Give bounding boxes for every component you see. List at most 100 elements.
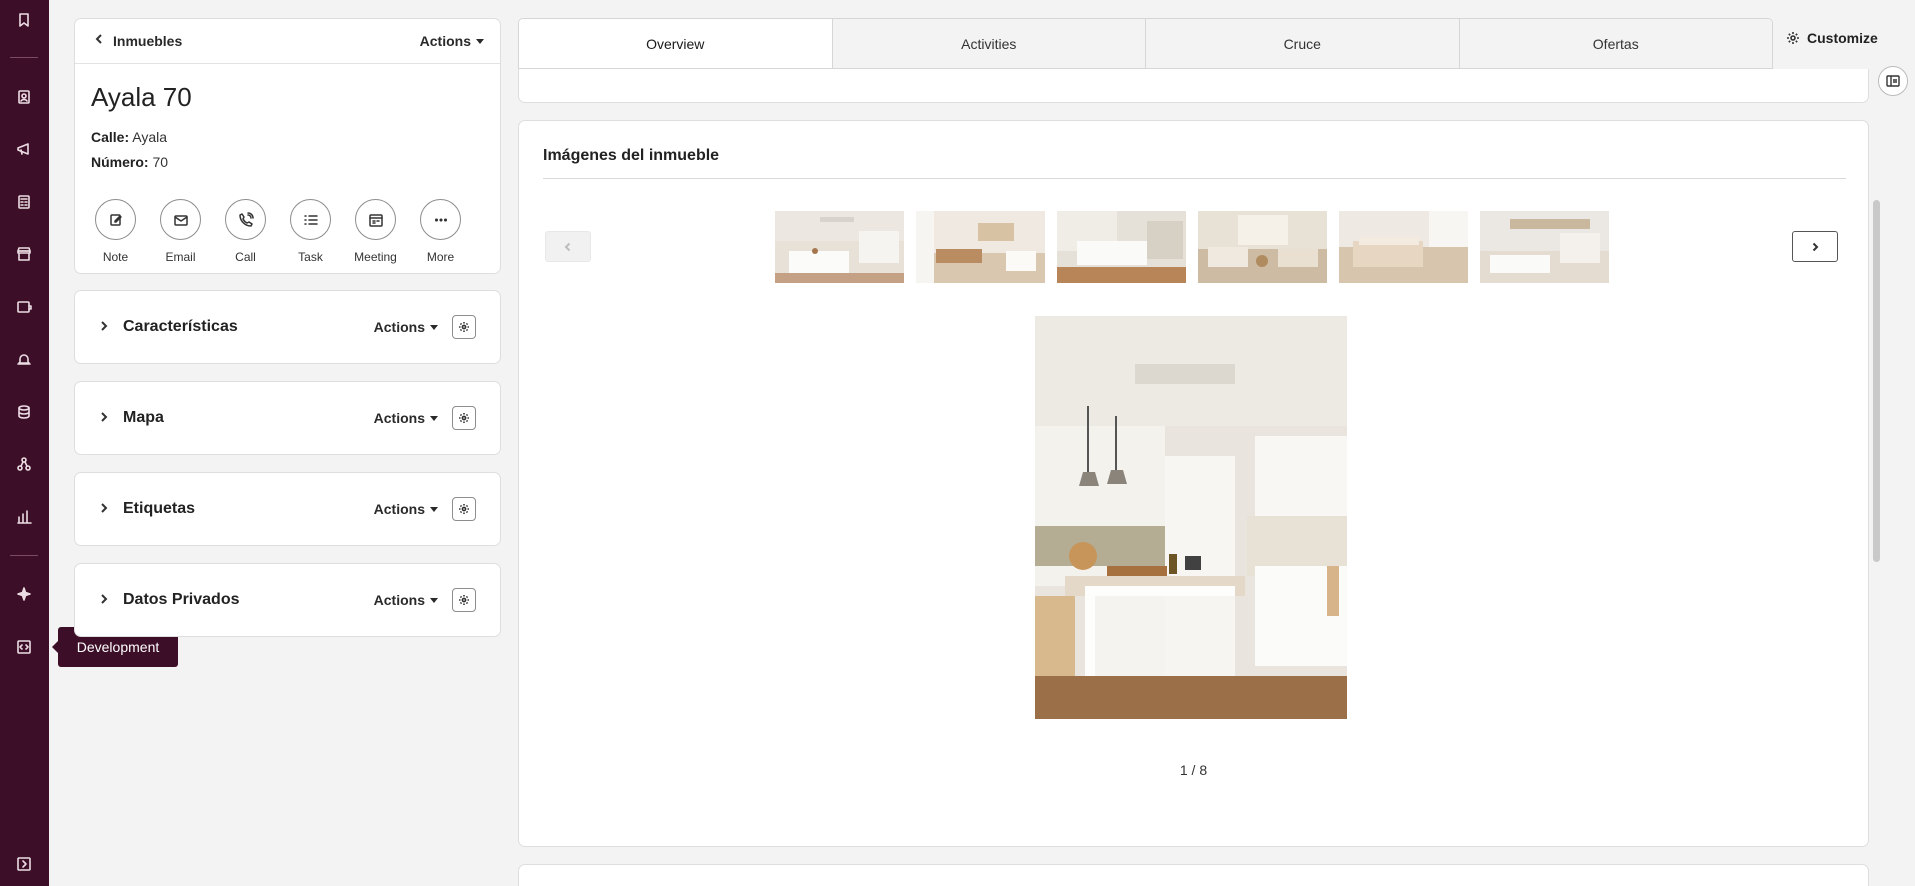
record-actions-button[interactable]: Actions — [420, 33, 484, 49]
customize-button[interactable]: Customize — [1786, 30, 1878, 46]
actions-label: Actions — [373, 501, 425, 517]
section-datos-privados[interactable]: Datos Privados Actions — [74, 563, 501, 637]
section-actions-button[interactable]: Actions — [374, 410, 438, 426]
bar-chart-icon[interactable] — [11, 504, 37, 530]
code-icon[interactable] — [11, 634, 37, 660]
note-button[interactable]: Note — [95, 199, 136, 264]
call-button[interactable]: Call — [225, 199, 266, 264]
database-icon[interactable] — [11, 399, 37, 425]
section-actions-button[interactable]: Actions — [374, 592, 438, 608]
field-value: Ayala — [132, 129, 168, 145]
task-button[interactable]: Task — [290, 199, 331, 264]
more-button[interactable]: More — [420, 199, 461, 264]
section-title: Características — [123, 318, 238, 335]
call-icon — [225, 199, 266, 240]
gallery-counter: 1 / 8 — [1179, 762, 1208, 778]
email-button[interactable]: Email — [160, 199, 201, 264]
action-label: Note — [102, 250, 129, 264]
tab-overview[interactable]: Overview — [519, 19, 832, 68]
quick-actions: Note Email Call Task Meeting More — [95, 199, 461, 264]
field-label: Calle: — [91, 129, 130, 145]
gallery-next-button[interactable] — [1792, 231, 1838, 262]
field-label: Número: — [91, 154, 149, 170]
contacts-icon[interactable] — [11, 84, 37, 110]
task-icon — [290, 199, 331, 240]
action-label: Meeting — [354, 250, 397, 264]
gallery-card: Imágenes del inmueble 1 / 8 — [518, 120, 1869, 847]
more-icon — [420, 199, 461, 240]
store-icon[interactable] — [11, 241, 37, 267]
scrollbar[interactable] — [1873, 200, 1880, 562]
page-title: Ayala 70 — [91, 82, 192, 112]
actions-label: Actions — [419, 33, 471, 49]
meeting-button[interactable]: Meeting — [354, 199, 397, 264]
sidebar-toggle-icon[interactable] — [1878, 66, 1908, 96]
chevron-left-icon — [564, 242, 571, 251]
caret-down-icon — [476, 38, 484, 44]
section-title: Mapa — [123, 409, 164, 426]
gear-icon — [1787, 32, 1799, 44]
record-card: Inmuebles Actions Ayala 70 Calle: Ayala … — [74, 18, 501, 274]
gallery-thumbnail[interactable] — [1339, 211, 1468, 283]
overview-top-card — [518, 69, 1869, 103]
section-actions-button[interactable]: Actions — [374, 501, 438, 517]
calculator-icon[interactable] — [11, 189, 37, 215]
action-label: Call — [235, 250, 256, 264]
breadcrumb[interactable]: Inmuebles — [113, 33, 420, 49]
wallet-icon[interactable] — [11, 294, 37, 320]
field-calle: Calle: Ayala — [91, 129, 167, 145]
tab-cruce[interactable]: Cruce — [1145, 19, 1459, 68]
gear-icon[interactable] — [452, 406, 476, 430]
section-mapa[interactable]: Mapa Actions — [74, 381, 501, 455]
actions-label: Actions — [373, 319, 425, 335]
caret-down-icon — [430, 415, 438, 421]
action-label: Email — [165, 250, 196, 264]
meeting-icon — [355, 199, 396, 240]
chevron-right-icon[interactable] — [99, 409, 123, 427]
bookmark-icon[interactable] — [11, 7, 37, 33]
field-value: 70 — [152, 154, 169, 170]
caret-down-icon — [430, 506, 438, 512]
section-title: Etiquetas — [123, 500, 196, 517]
chevron-right-icon — [1812, 242, 1819, 251]
tab-ofertas[interactable]: Ofertas — [1458, 19, 1772, 68]
caret-down-icon — [430, 324, 438, 330]
tab-activities[interactable]: Activities — [831, 19, 1145, 68]
gallery-prev-button[interactable] — [545, 231, 591, 262]
action-label: Task — [298, 250, 323, 264]
customize-label: Customize — [1807, 30, 1878, 46]
chevron-right-icon[interactable] — [99, 500, 123, 518]
record-header: Inmuebles Actions — [75, 19, 500, 64]
gallery-title: Imágenes del inmueble — [543, 147, 720, 164]
section-caracteristicas[interactable]: Características Actions — [74, 290, 501, 364]
chevron-left-icon[interactable] — [93, 32, 113, 50]
gallery-main-image[interactable] — [1035, 316, 1347, 719]
bell-icon[interactable] — [11, 346, 37, 372]
caret-down-icon — [430, 597, 438, 603]
gear-icon[interactable] — [452, 497, 476, 521]
expand-icon[interactable] — [11, 851, 37, 877]
section-actions-button[interactable]: Actions — [374, 319, 438, 335]
chevron-right-icon[interactable] — [99, 318, 123, 336]
nav-rail — [0, 0, 49, 886]
network-icon[interactable] — [11, 451, 37, 477]
action-label: More — [426, 250, 455, 264]
gear-icon[interactable] — [452, 315, 476, 339]
megaphone-icon[interactable] — [11, 136, 37, 162]
chevron-right-icon[interactable] — [99, 591, 123, 609]
gallery-thumbnail[interactable] — [1198, 211, 1327, 283]
gallery-thumbnail[interactable] — [916, 211, 1045, 283]
email-icon — [160, 199, 201, 240]
sparkle-icon[interactable] — [11, 581, 37, 607]
section-title: Datos Privados — [123, 591, 240, 608]
tab-bar: Overview Activities Cruce Ofertas — [518, 18, 1773, 69]
section-etiquetas[interactable]: Etiquetas Actions — [74, 472, 501, 546]
rail-divider — [10, 555, 38, 556]
gear-icon[interactable] — [452, 588, 476, 612]
tooltip-label: Development — [76, 639, 160, 655]
gallery-thumbnail[interactable] — [1480, 211, 1609, 283]
gallery-thumbnail[interactable] — [1057, 211, 1186, 283]
actions-label: Actions — [373, 410, 425, 426]
field-numero: Número: 70 — [91, 154, 168, 170]
gallery-thumbnail[interactable] — [775, 211, 904, 283]
